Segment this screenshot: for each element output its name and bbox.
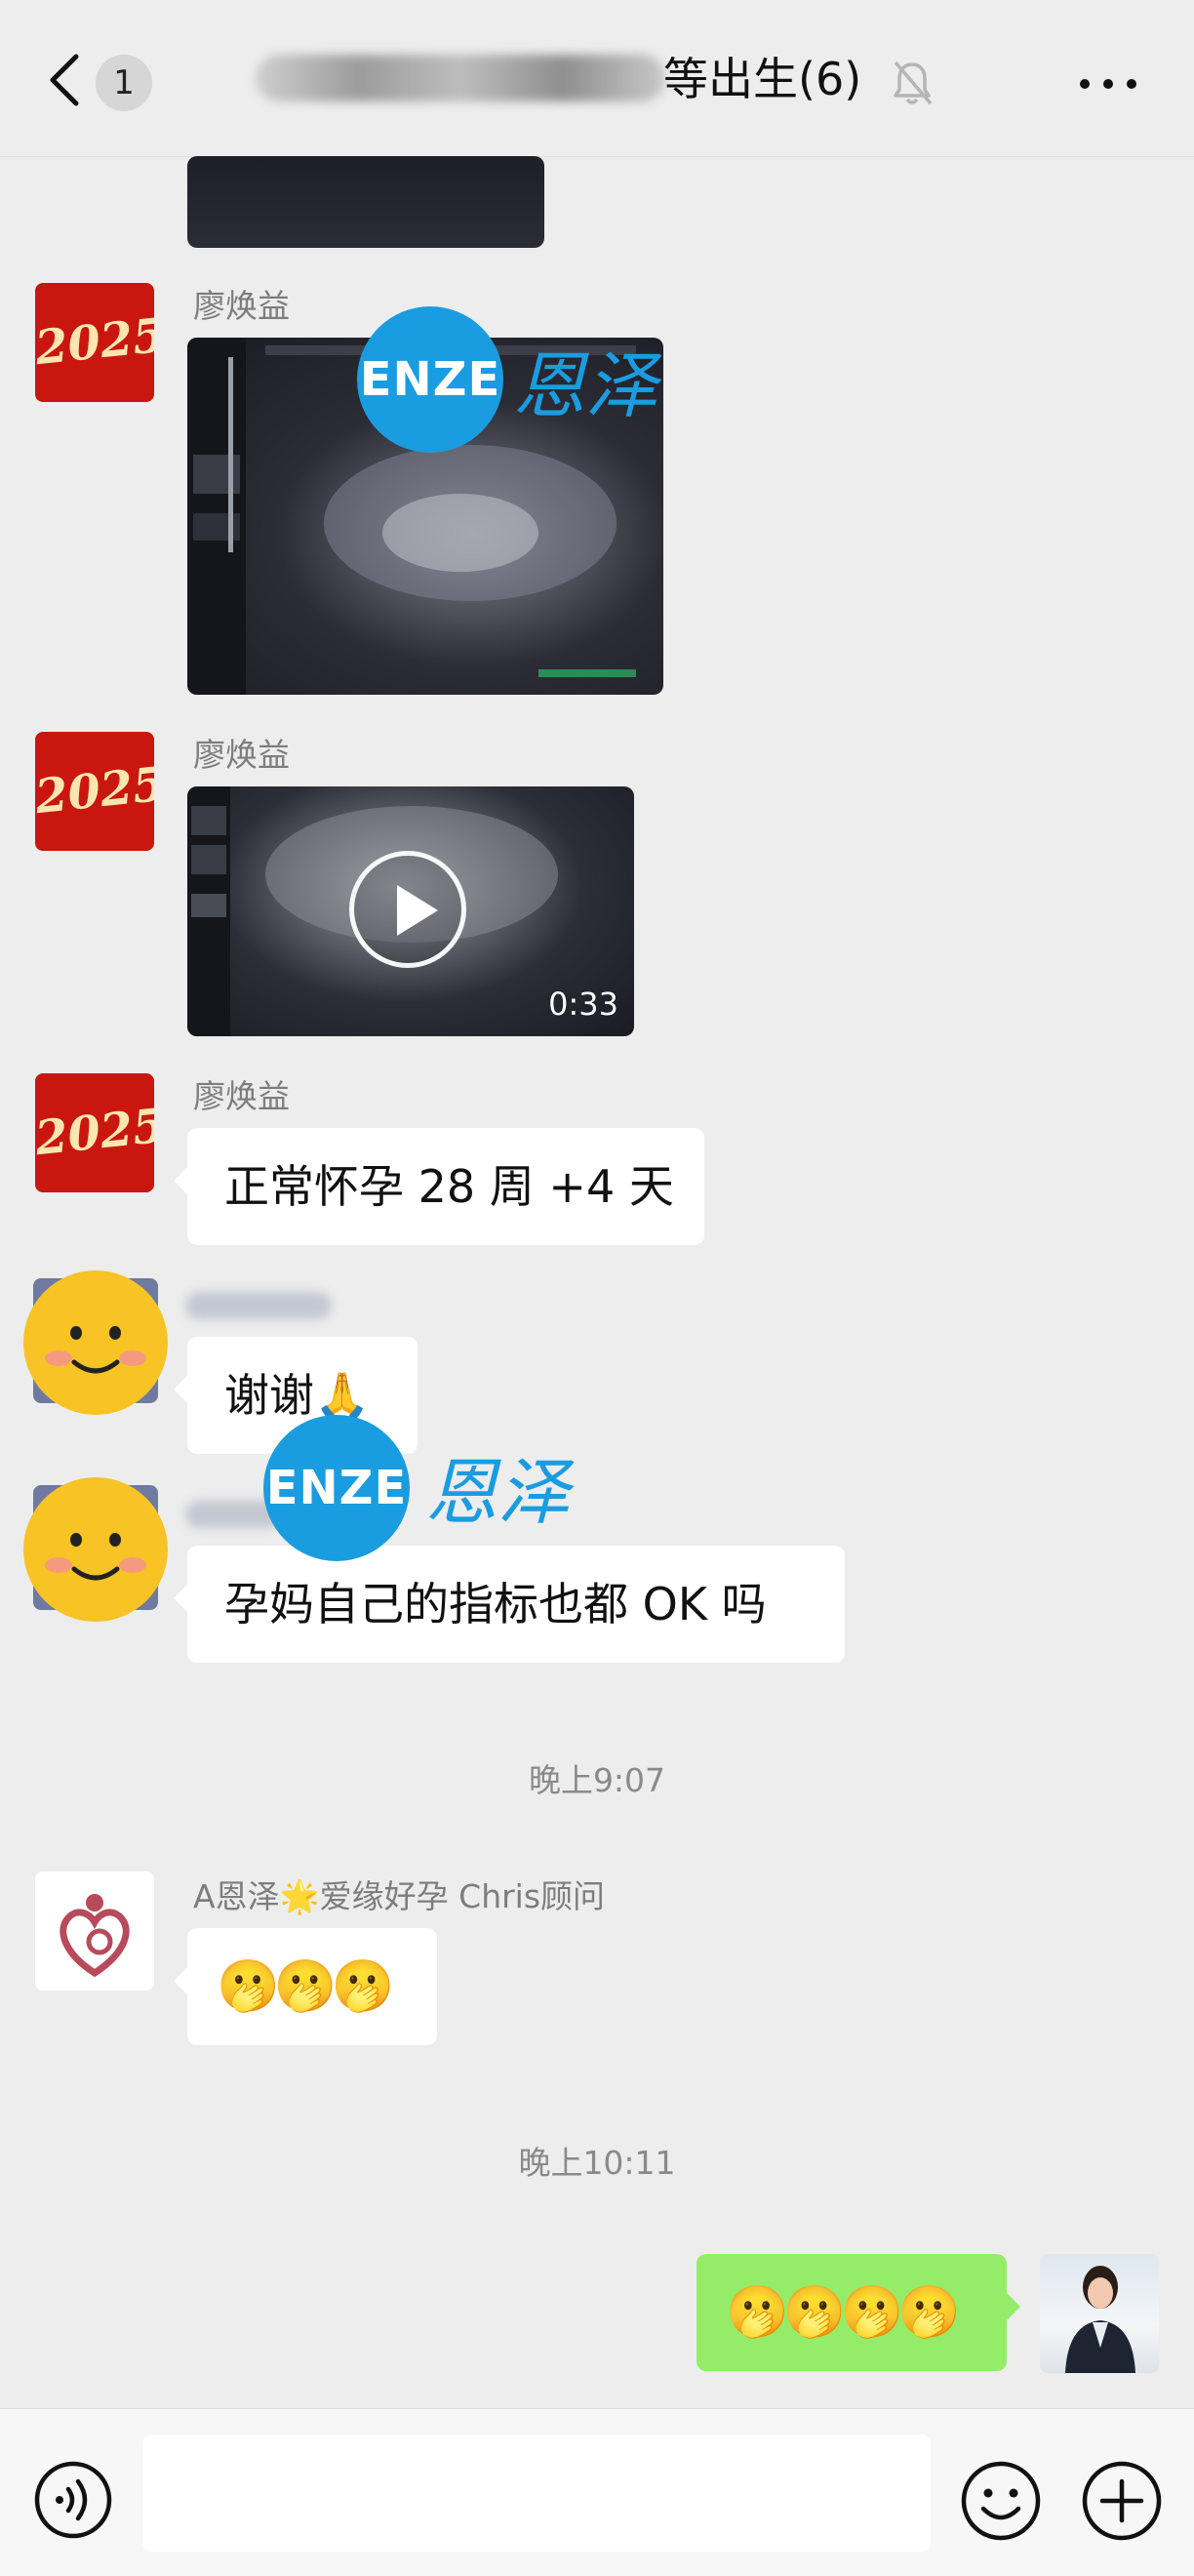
sender-name: A恩泽🌟爱缘好孕 Chris顾问 [193,1877,606,1915]
image-message-partial[interactable] [187,156,544,248]
sender-name: 廖焕益 [193,1077,290,1115]
watermark-logo: ENZE [357,306,503,453]
voice-icon[interactable] [33,2460,113,2540]
input-bar [0,2408,1194,2576]
avatar-logo[interactable] [35,1872,154,1991]
play-icon [397,885,438,936]
title-redacted [256,55,665,101]
watermark-logo: ENZE [263,1415,410,1561]
plus-icon[interactable] [1081,2460,1163,2542]
person-photo-icon [1065,2266,1135,2373]
sender-name: 廖焕益 [193,736,290,774]
avatar-smiley[interactable] [21,1475,170,1624]
sender-name-redacted [185,1292,332,1319]
message-bubble[interactable]: 正常怀孕 28 周 +4 天 [174,1128,704,1245]
smiley-face-icon [23,1270,168,1415]
video-message[interactable]: 0:33 [187,786,634,1036]
smiley-face-icon [23,1477,168,1622]
timestamp: 晚上9:07 [528,1761,666,1799]
avatar[interactable]: 2025 [35,1073,154,1192]
video-duration: 0:33 [548,986,618,1023]
emoji-icon[interactable] [960,2460,1042,2542]
avatar-smiley[interactable] [21,1268,170,1417]
back-chevron-icon[interactable] [43,51,86,109]
message-bubble[interactable]: 孕妈自己的指标也都 OK 吗 [174,1546,845,1663]
more-dots-icon[interactable] [1077,68,1139,100]
message-input[interactable] [142,2435,931,2552]
play-button[interactable] [349,851,466,968]
avatar[interactable]: 2025 [35,732,154,851]
self-avatar[interactable] [1040,2254,1159,2373]
timestamp: 晚上10:11 [518,2144,676,2182]
mute-bell-icon [894,60,933,105]
watermark-text: 恩泽 [425,1451,570,1535]
heart-family-logo-icon [60,1894,130,1978]
unread-count-badge[interactable]: 1 [96,55,152,111]
sender-name: 廖焕益 [193,287,290,325]
watermark-text: 恩泽 [513,344,657,428]
avatar[interactable]: 2025 [35,283,154,402]
chat-title: 等出生(6) [663,53,862,105]
chat-header: 1 等出生(6) [0,0,1194,157]
message-bubble[interactable]: 🫢🫢🫢 [174,1928,437,2045]
self-message-bubble[interactable]: 🫢🫢🫢🫢 [696,2254,1020,2371]
